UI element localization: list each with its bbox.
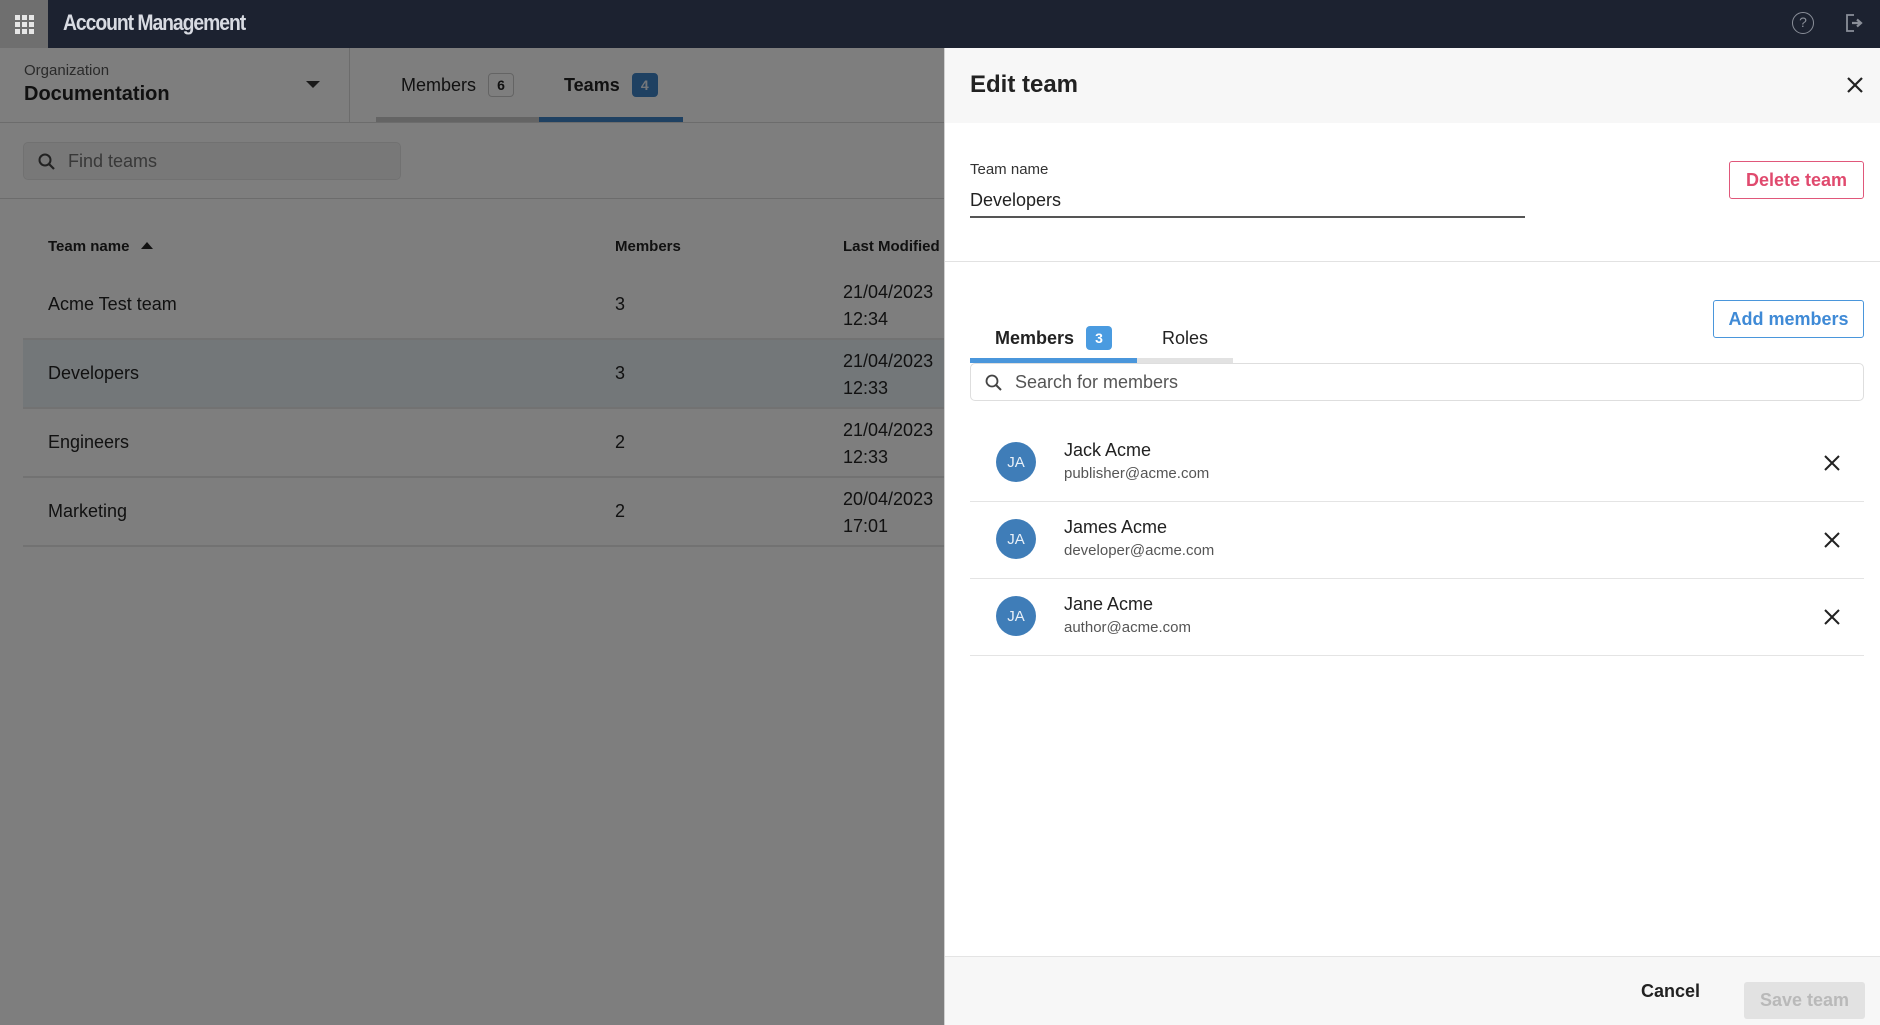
member-email: developer@acme.com (1064, 542, 1215, 559)
drawer-title: Edit team (970, 71, 1079, 98)
divider (945, 261, 1880, 262)
member-search-input[interactable] (1015, 364, 1845, 400)
member-name: James Acme (1064, 517, 1168, 537)
member-email: publisher@acme.com (1064, 465, 1210, 482)
tab-team-members[interactable]: Members 3 (970, 318, 1138, 363)
drawer-tabs: Members 3 Roles (970, 318, 1234, 363)
tab-count-badge: 3 (1086, 326, 1113, 350)
tab-label: Roles (1162, 328, 1209, 348)
close-icon[interactable] (1845, 75, 1865, 95)
app-title: Account Management (63, 10, 246, 35)
avatar: JA (996, 596, 1036, 636)
drawer-header: Edit team (945, 48, 1880, 123)
tab-label: Members (995, 328, 1075, 348)
search-icon (985, 374, 1002, 391)
team-name-label: Team name (970, 161, 1049, 178)
apps-grid-icon (14, 14, 34, 34)
member-email: author@acme.com (1064, 619, 1191, 636)
tab-roles[interactable]: Roles (1137, 318, 1234, 363)
save-team-button[interactable]: Save team (1744, 982, 1865, 1019)
remove-member-icon[interactable] (1823, 454, 1841, 472)
remove-member-icon[interactable] (1823, 608, 1841, 626)
member-name: Jack Acme (1064, 440, 1152, 460)
drawer-footer: Cancel Save team (945, 956, 1880, 1025)
member-search-field[interactable] (970, 363, 1864, 401)
edit-team-drawer: Edit team Team name Delete team Members … (944, 48, 1880, 1025)
modal-backdrop[interactable] (0, 48, 944, 1025)
team-name-input[interactable] (970, 184, 1525, 218)
member-list: JA Jack Acme publisher@acme.com JA James… (970, 425, 1864, 656)
add-members-button[interactable]: Add members (1713, 300, 1864, 338)
list-item: JA Jack Acme publisher@acme.com (970, 425, 1864, 502)
apps-menu-button[interactable] (0, 0, 48, 48)
member-name: Jane Acme (1064, 594, 1154, 614)
delete-team-button[interactable]: Delete team (1729, 161, 1864, 199)
list-item: JA Jane Acme author@acme.com (970, 579, 1864, 656)
remove-member-icon[interactable] (1823, 531, 1841, 549)
cancel-button[interactable]: Cancel (1641, 981, 1700, 1002)
help-icon[interactable]: ? (1792, 12, 1814, 34)
avatar: JA (996, 442, 1036, 482)
list-item: JA James Acme developer@acme.com (970, 502, 1864, 579)
logout-icon[interactable] (1842, 11, 1866, 35)
avatar: JA (996, 519, 1036, 559)
top-bar: Account Management ? (0, 0, 1880, 48)
